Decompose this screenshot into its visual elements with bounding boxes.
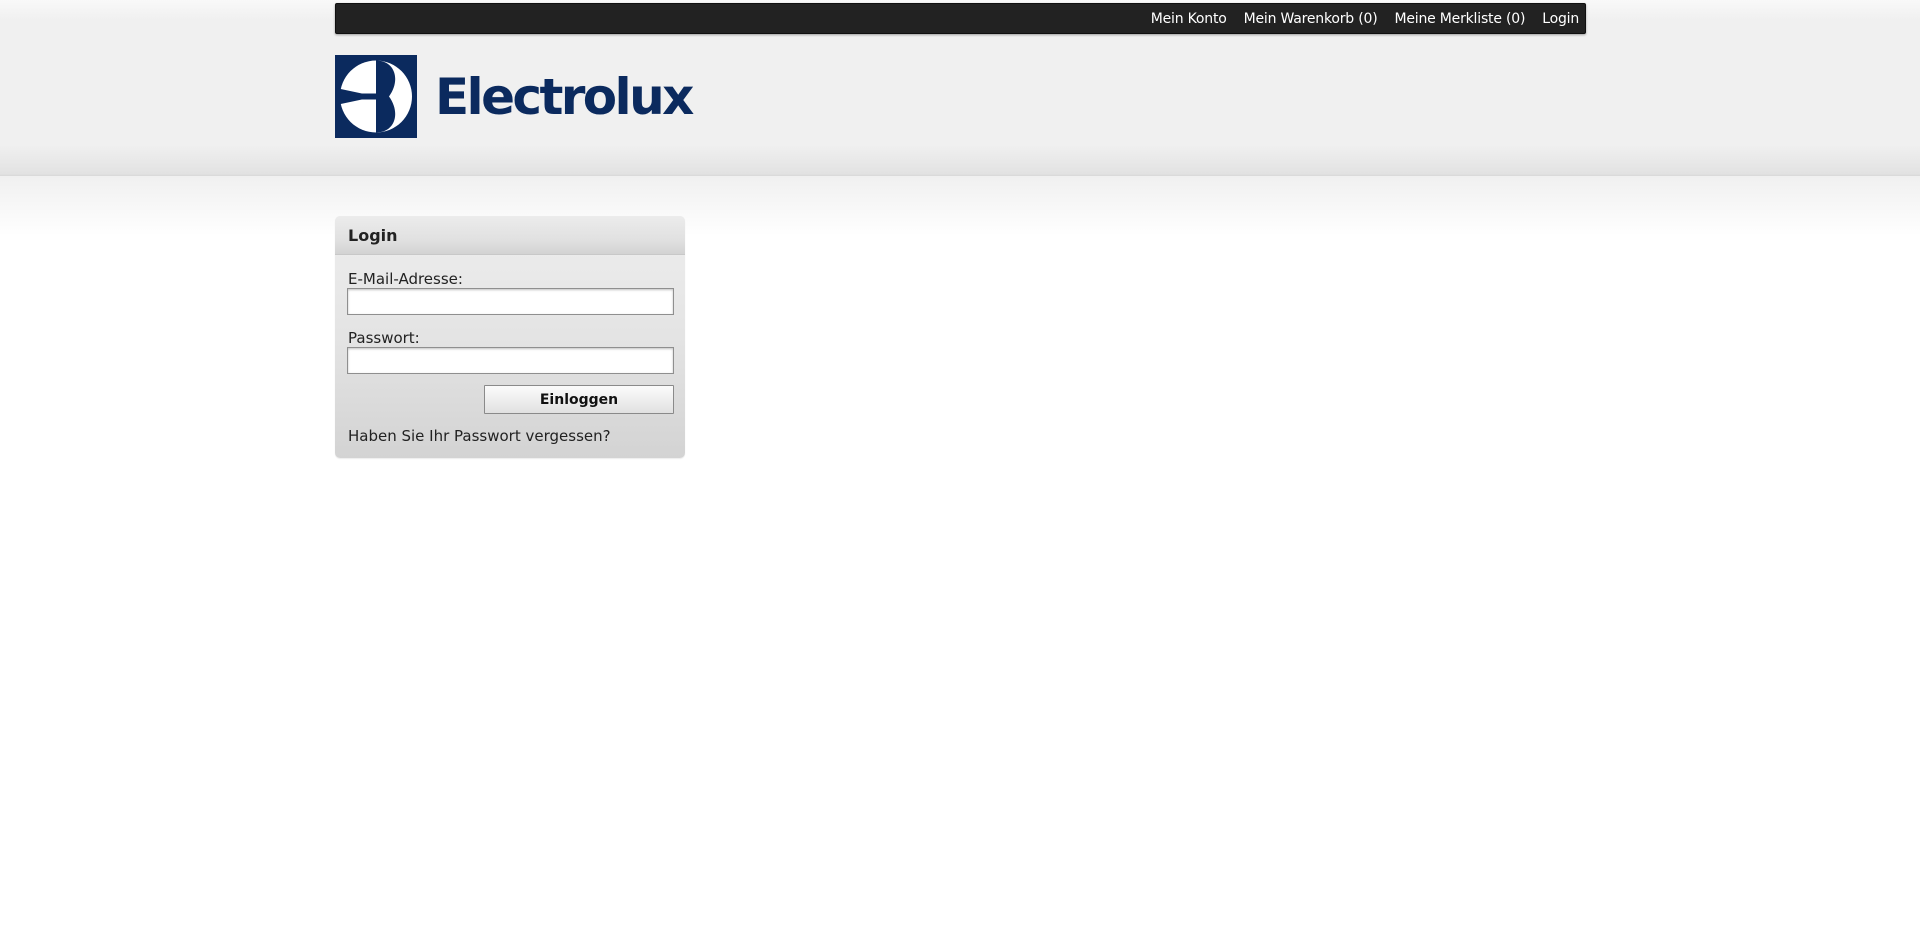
login-panel-title: Login <box>348 225 398 245</box>
login-submit-button[interactable]: Einloggen <box>484 385 674 414</box>
my-cart-link[interactable]: Mein Warenkorb (0) <box>1244 11 1378 27</box>
my-wishlist-link[interactable]: Meine Merkliste (0) <box>1394 11 1525 27</box>
logo-wordmark: Electrolux <box>435 68 694 126</box>
login-panel: Login E-Mail-Adresse: Passwort: Einlogge… <box>335 216 685 458</box>
email-field[interactable] <box>347 288 674 315</box>
password-label: Passwort: <box>348 329 420 347</box>
my-account-link[interactable]: Mein Konto <box>1151 11 1227 27</box>
forgot-password-link[interactable]: Haben Sie Ihr Passwort vergessen? <box>348 427 611 445</box>
login-panel-header: Login <box>335 216 685 255</box>
electrolux-logo-icon <box>335 55 417 138</box>
header-shadow <box>0 176 1920 236</box>
password-field[interactable] <box>347 347 674 374</box>
login-link[interactable]: Login <box>1542 11 1579 27</box>
top-navigation-bar: Mein Konto Mein Warenkorb (0) Meine Merk… <box>335 3 1586 34</box>
electrolux-logo[interactable]: Electrolux <box>335 55 694 138</box>
email-label: E-Mail-Adresse: <box>348 270 463 288</box>
